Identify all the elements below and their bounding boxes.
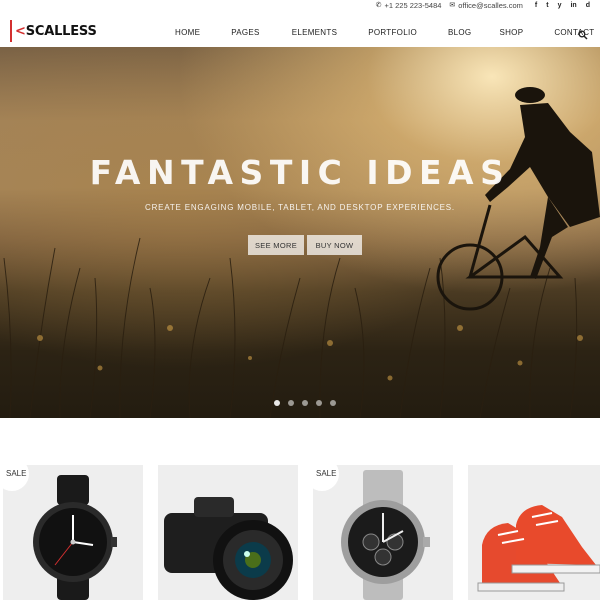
- slider-dot[interactable]: [330, 400, 336, 406]
- buy-now-button[interactable]: BUY NOW: [307, 235, 362, 255]
- hero-buttons: SEE MORE BUY NOW: [248, 235, 362, 255]
- product-card-watch[interactable]: SALE: [3, 465, 143, 600]
- envelope-icon: ✉: [449, 2, 456, 9]
- linkedin-icon[interactable]: in: [570, 2, 576, 9]
- site-header: <SCALLESS HOME PAGES ELEMENTS PORTFOLIO …: [0, 14, 600, 47]
- top-bar: ✆ +1 225 223-5484 ✉ office@scalles.com f…: [0, 0, 600, 10]
- nav-contact[interactable]: CONTACT: [554, 28, 594, 37]
- slider-dot[interactable]: [316, 400, 322, 406]
- email-address[interactable]: office@scalles.com: [458, 1, 523, 10]
- youtube-icon[interactable]: y: [558, 2, 562, 9]
- facebook-icon[interactable]: f: [535, 2, 537, 9]
- email-item[interactable]: ✉ office@scalles.com: [449, 1, 522, 10]
- logo-text: <SCALLESS: [15, 24, 97, 39]
- logo-chevron: <: [15, 23, 26, 39]
- slider-dot[interactable]: [274, 400, 280, 406]
- dribbble-icon[interactable]: d: [586, 2, 590, 9]
- slider-dots: [274, 400, 336, 406]
- phone-item: ✆ +1 225 223-5484: [376, 1, 442, 10]
- nav-home[interactable]: HOME: [175, 28, 200, 37]
- sneakers-image: [477, 505, 600, 592]
- see-more-button[interactable]: SEE MORE: [248, 235, 304, 255]
- contact-info: ✆ +1 225 223-5484 ✉ office@scalles.com f…: [376, 0, 590, 10]
- sale-label: SALE: [6, 469, 27, 478]
- nav-portfolio[interactable]: PORTFOLIO: [368, 28, 417, 37]
- slider-dot[interactable]: [302, 400, 308, 406]
- hero-title: FANTASTIC IDEAS: [89, 153, 511, 192]
- logo-main: SCAL: [25, 23, 63, 39]
- product-card-sneakers[interactable]: [468, 465, 600, 600]
- logo-accent: LESS: [62, 23, 97, 39]
- sale-label: SALE: [316, 469, 337, 478]
- product-grid: SALE SALE: [0, 465, 600, 600]
- slider-dot[interactable]: [288, 400, 294, 406]
- hero-slider: FANTASTIC IDEAS CREATE ENGAGING MOBILE, …: [0, 47, 600, 418]
- twitter-icon[interactable]: t: [546, 2, 548, 9]
- logo-bar: [10, 20, 12, 42]
- phone-number: +1 225 223-5484: [384, 0, 442, 10]
- camera-image: [164, 497, 293, 600]
- hero-subtitle: CREATE ENGAGING MOBILE, TABLET, AND DESK…: [145, 203, 455, 212]
- main-nav: HOME PAGES ELEMENTS PORTFOLIO BLOG SHOP …: [160, 28, 595, 37]
- nav-blog[interactable]: BLOG: [448, 28, 471, 37]
- nav-elements[interactable]: ELEMENTS: [292, 28, 338, 37]
- nav-pages[interactable]: PAGES: [231, 28, 259, 37]
- product-card-chronograph[interactable]: SALE: [313, 465, 453, 600]
- phone-icon: ✆: [375, 2, 382, 9]
- cyclist-image: [436, 87, 600, 311]
- product-card-camera[interactable]: [158, 465, 298, 600]
- search-icon[interactable]: [578, 27, 588, 40]
- nav-shop[interactable]: SHOP: [499, 28, 523, 37]
- social-links: f t y in d: [535, 2, 590, 9]
- logo[interactable]: <SCALLESS: [10, 20, 97, 42]
